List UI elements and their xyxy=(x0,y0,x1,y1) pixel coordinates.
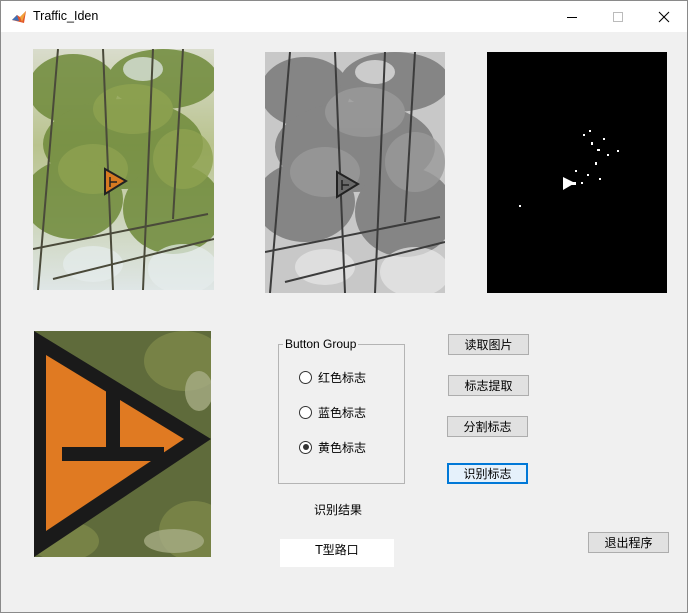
window-title: Traffic_Iden xyxy=(33,9,99,23)
extract-sign-button[interactable]: 标志提取 xyxy=(448,375,529,396)
radio-red-sign[interactable]: 红色标志 xyxy=(299,368,366,386)
exit-program-button[interactable]: 退出程序 xyxy=(588,532,669,553)
recognize-sign-button[interactable]: 识别标志 xyxy=(447,463,528,484)
minimize-button[interactable] xyxy=(549,1,595,32)
close-icon xyxy=(658,11,670,22)
original-image-axes xyxy=(33,49,214,290)
grayscale-photo xyxy=(265,52,445,293)
binary-mask xyxy=(487,52,667,293)
extracted-sign xyxy=(34,331,211,557)
title-bar[interactable]: Traffic_Iden xyxy=(1,1,687,32)
binary-image-axes xyxy=(487,52,667,293)
extracted-sign-axes xyxy=(34,331,211,557)
maximize-icon xyxy=(613,11,623,22)
radio-indicator[interactable] xyxy=(299,440,312,454)
result-value: T型路口 xyxy=(280,539,394,567)
button-group-title: Button Group xyxy=(283,337,359,351)
radio-yellow-sign[interactable]: 黄色标志 xyxy=(299,438,366,456)
segment-sign-button[interactable]: 分割标志 xyxy=(447,416,528,437)
minimize-icon xyxy=(567,16,577,18)
maximize-button[interactable] xyxy=(595,1,641,32)
app-window: Traffic_Iden Button Group 红色标志 蓝色标志 黄色标志… xyxy=(0,0,688,613)
radio-label: 黄色标志 xyxy=(318,440,367,455)
radio-label: 红色标志 xyxy=(318,370,367,385)
result-label: 识别结果 xyxy=(313,503,362,517)
matlab-icon xyxy=(12,11,26,23)
original-photo xyxy=(33,49,214,290)
grayscale-image-axes xyxy=(265,52,445,293)
radio-label: 蓝色标志 xyxy=(318,405,367,420)
radio-indicator[interactable] xyxy=(299,370,312,384)
close-button[interactable] xyxy=(641,1,687,32)
read-image-button[interactable]: 读取图片 xyxy=(448,334,529,355)
radio-indicator[interactable] xyxy=(299,405,312,419)
radio-blue-sign[interactable]: 蓝色标志 xyxy=(299,403,366,421)
